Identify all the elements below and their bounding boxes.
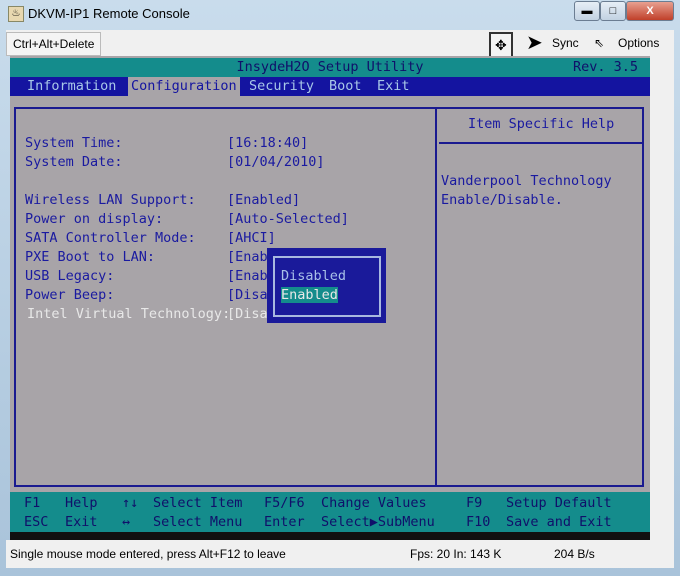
setting-label[interactable]: USB Legacy:	[25, 268, 114, 284]
toolbar: Ctrl+Alt+Delete ✥ ➤ Sync ⇖ Options	[6, 30, 674, 58]
key-action: Setup Default	[506, 495, 612, 511]
menu-exit[interactable]: Exit	[374, 77, 413, 96]
setting-value[interactable]: [AHCI]	[227, 230, 276, 246]
menu-boot[interactable]: Boot	[326, 77, 365, 96]
popup-option-enabled[interactable]: Enabled	[281, 287, 338, 303]
key: F5/F6	[264, 495, 305, 511]
setting-label[interactable]: Power Beep:	[25, 287, 114, 303]
bios-key-legend: F1 Help ↑↓ Select Item F5/F6 Change Valu…	[10, 492, 650, 532]
menu-security[interactable]: Security	[246, 77, 317, 96]
minimize-button[interactable]: ▬	[574, 1, 600, 21]
window-title: DKVM-IP1 Remote Console	[28, 6, 190, 21]
key-action: Save and Exit	[506, 514, 612, 530]
setting-label[interactable]: System Date:	[25, 154, 123, 170]
help-panel	[437, 107, 644, 487]
key-action: Help	[65, 495, 98, 511]
help-line: Vanderpool Technology	[441, 173, 612, 189]
bios-revision: Rev. 3.5	[572, 59, 638, 75]
status-message: Single mouse mode entered, press Alt+F12…	[10, 547, 286, 561]
close-button[interactable]: X	[626, 1, 674, 21]
maximize-button[interactable]: □	[600, 1, 626, 21]
key-action: Select Menu	[153, 514, 243, 530]
help-line: Enable/Disable.	[441, 192, 563, 208]
key: F9	[466, 495, 483, 511]
setting-value[interactable]: [Enab	[227, 249, 268, 265]
setting-value[interactable]: [Enabled]	[227, 192, 300, 208]
key: Enter	[264, 514, 305, 530]
mouse-cursor-icon: ➤	[526, 32, 543, 54]
setting-value-selected[interactable]: [Disa	[227, 306, 268, 322]
bios-title: InsydeH2O Setup Utility	[236, 59, 424, 75]
fit-screen-icon[interactable]: ✥	[489, 32, 513, 58]
remote-console-screen[interactable]: InsydeH2O Setup Utility Rev. 3.5 Informa…	[10, 56, 650, 540]
key: F1	[24, 495, 41, 511]
menu-configuration[interactable]: Configuration	[128, 77, 240, 96]
setting-value[interactable]: [16:18:40]	[227, 135, 308, 151]
options-button[interactable]: Options	[612, 32, 665, 54]
key: ESC	[24, 514, 49, 530]
key-action: Select Item	[153, 495, 243, 511]
bios-menu-bar: Information Configuration Security Boot …	[10, 77, 650, 96]
setting-value[interactable]: [01/04/2010]	[227, 154, 325, 170]
key: ↔	[122, 514, 131, 530]
menu-information[interactable]: Information	[24, 77, 119, 96]
key-action: Exit	[65, 514, 98, 530]
status-stats-out: 204 B/s	[554, 547, 595, 561]
help-title: Item Specific Help	[468, 116, 615, 132]
setting-label[interactable]: SATA Controller Mode:	[25, 230, 196, 246]
console-margin	[650, 56, 674, 540]
setting-label[interactable]: Wireless LAN Support:	[25, 192, 196, 208]
key: F10	[466, 514, 491, 530]
sync-button[interactable]: Sync	[546, 32, 585, 54]
single-mouse-icon[interactable]: ⇖	[588, 32, 610, 54]
setting-label-selected[interactable]: Intel Virtual Technology:	[27, 306, 230, 322]
key: ↑↓	[122, 495, 139, 511]
setting-label[interactable]: Power on display:	[25, 211, 163, 227]
key-action: Select▶SubMenu	[321, 514, 435, 530]
status-bar: Single mouse mode entered, press Alt+F12…	[6, 540, 674, 568]
key-action: Change Values	[321, 495, 427, 511]
setting-value[interactable]: [Auto-Selected]	[227, 211, 349, 227]
ctrl-alt-delete-button[interactable]: Ctrl+Alt+Delete	[6, 32, 102, 56]
setting-value[interactable]: [Disa	[227, 287, 268, 303]
option-popup: Disabled Enabled	[267, 248, 386, 323]
setting-label[interactable]: System Time:	[25, 135, 123, 151]
status-stats: Fps: 20 In: 143 K	[410, 547, 502, 561]
bios-title-bar: InsydeH2O Setup Utility Rev. 3.5	[10, 58, 650, 77]
console-bottom-strip	[10, 532, 650, 540]
popup-option-disabled[interactable]: Disabled	[281, 268, 346, 284]
setting-value[interactable]: [Enab	[227, 268, 268, 284]
window: ♨ DKVM-IP1 Remote Console ▬ □ X Ctrl+Alt…	[0, 0, 680, 576]
setting-label[interactable]: PXE Boot to LAN:	[25, 249, 155, 265]
java-app-icon: ♨	[8, 6, 24, 22]
help-divider	[439, 142, 644, 144]
